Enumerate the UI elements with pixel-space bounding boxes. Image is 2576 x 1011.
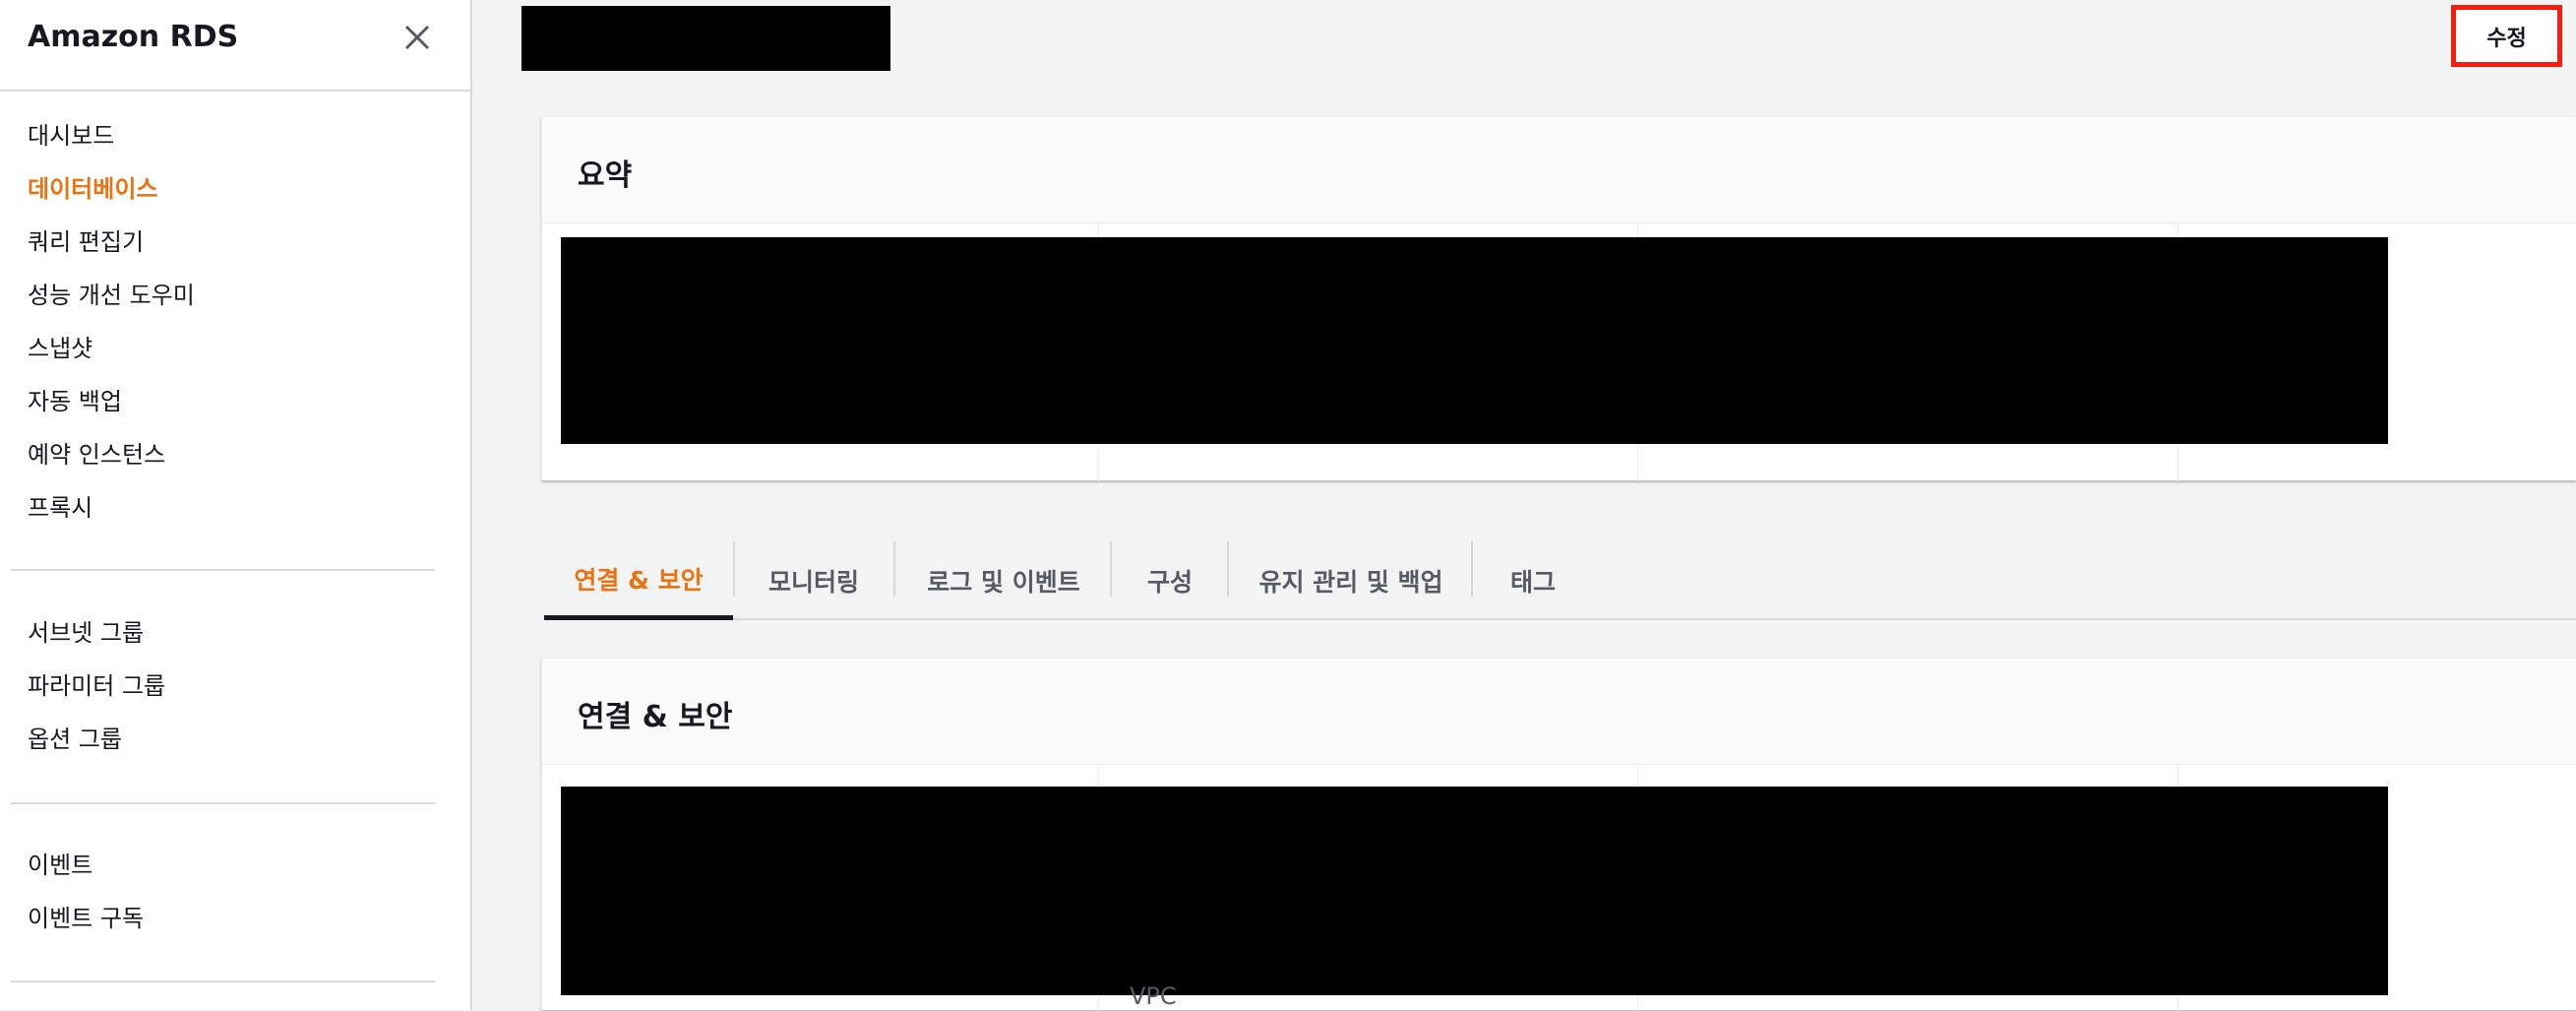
- sidebar-header: Amazon RDS: [0, 0, 470, 92]
- nav-divider: [11, 569, 435, 571]
- tab-connectivity-security[interactable]: 연결 & 보안: [544, 541, 733, 620]
- sidebar-item-subnet-groups[interactable]: 서브넷 그룹: [28, 618, 144, 648]
- tab-tags[interactable]: 태그: [1473, 541, 1593, 620]
- sidebar-item-proxies[interactable]: 프록시: [28, 493, 92, 523]
- sidebar-item-performance-insights[interactable]: 성능 개선 도우미: [28, 281, 195, 310]
- sidebar: Amazon RDS 대시보드 데이터베이스 쿼리 편집기 성능 개선 도우미 …: [0, 0, 472, 1010]
- redacted-summary-content: [561, 237, 2388, 444]
- connectivity-security-panel: 연결 & 보안: [541, 658, 2576, 1011]
- connectivity-title: 연결 & 보안: [578, 700, 733, 734]
- nav-divider: [11, 802, 435, 804]
- sidebar-item-event-subscriptions[interactable]: 이벤트 구독: [28, 904, 144, 933]
- detail-tabs: 연결 & 보안 모니터링 로그 및 이벤트 구성 유지 관리 및 백업 태그: [544, 541, 2576, 620]
- redacted-db-identifier: [521, 6, 890, 71]
- sidebar-item-option-groups[interactable]: 옵션 그룹: [28, 725, 122, 754]
- sidebar-item-reserved-instances[interactable]: 예약 인스턴스: [28, 440, 165, 470]
- tab-monitoring[interactable]: 모니터링: [735, 541, 892, 620]
- summary-title: 요약: [578, 158, 633, 193]
- app-title: Amazon RDS: [28, 20, 239, 54]
- close-icon[interactable]: [398, 18, 437, 57]
- sidebar-item-events[interactable]: 이벤트: [28, 851, 92, 880]
- summary-panel: 요약: [541, 116, 2576, 481]
- summary-panel-header: 요약: [542, 117, 2576, 223]
- modify-button[interactable]: 수정: [2451, 5, 2562, 67]
- tab-logs-events[interactable]: 로그 및 이벤트: [895, 541, 1112, 620]
- sidebar-item-parameter-groups[interactable]: 파라미터 그룹: [28, 671, 165, 701]
- sidebar-item-automated-backups[interactable]: 자동 백업: [28, 387, 122, 416]
- redacted-connectivity-content: [561, 787, 2388, 995]
- sidebar-item-dashboard[interactable]: 대시보드: [28, 121, 114, 151]
- sidebar-item-databases[interactable]: 데이터베이스: [28, 174, 157, 204]
- connectivity-panel-header: 연결 & 보안: [542, 659, 2576, 765]
- sidebar-item-query-editor[interactable]: 쿼리 편집기: [28, 227, 144, 257]
- vpc-label: VPC: [1130, 982, 1177, 1010]
- sidebar-item-snapshots[interactable]: 스냅샷: [28, 334, 92, 363]
- tab-configuration[interactable]: 구성: [1112, 541, 1228, 620]
- tab-maintenance-backups[interactable]: 유지 관리 및 백업: [1229, 541, 1473, 620]
- nav-divider: [11, 980, 435, 982]
